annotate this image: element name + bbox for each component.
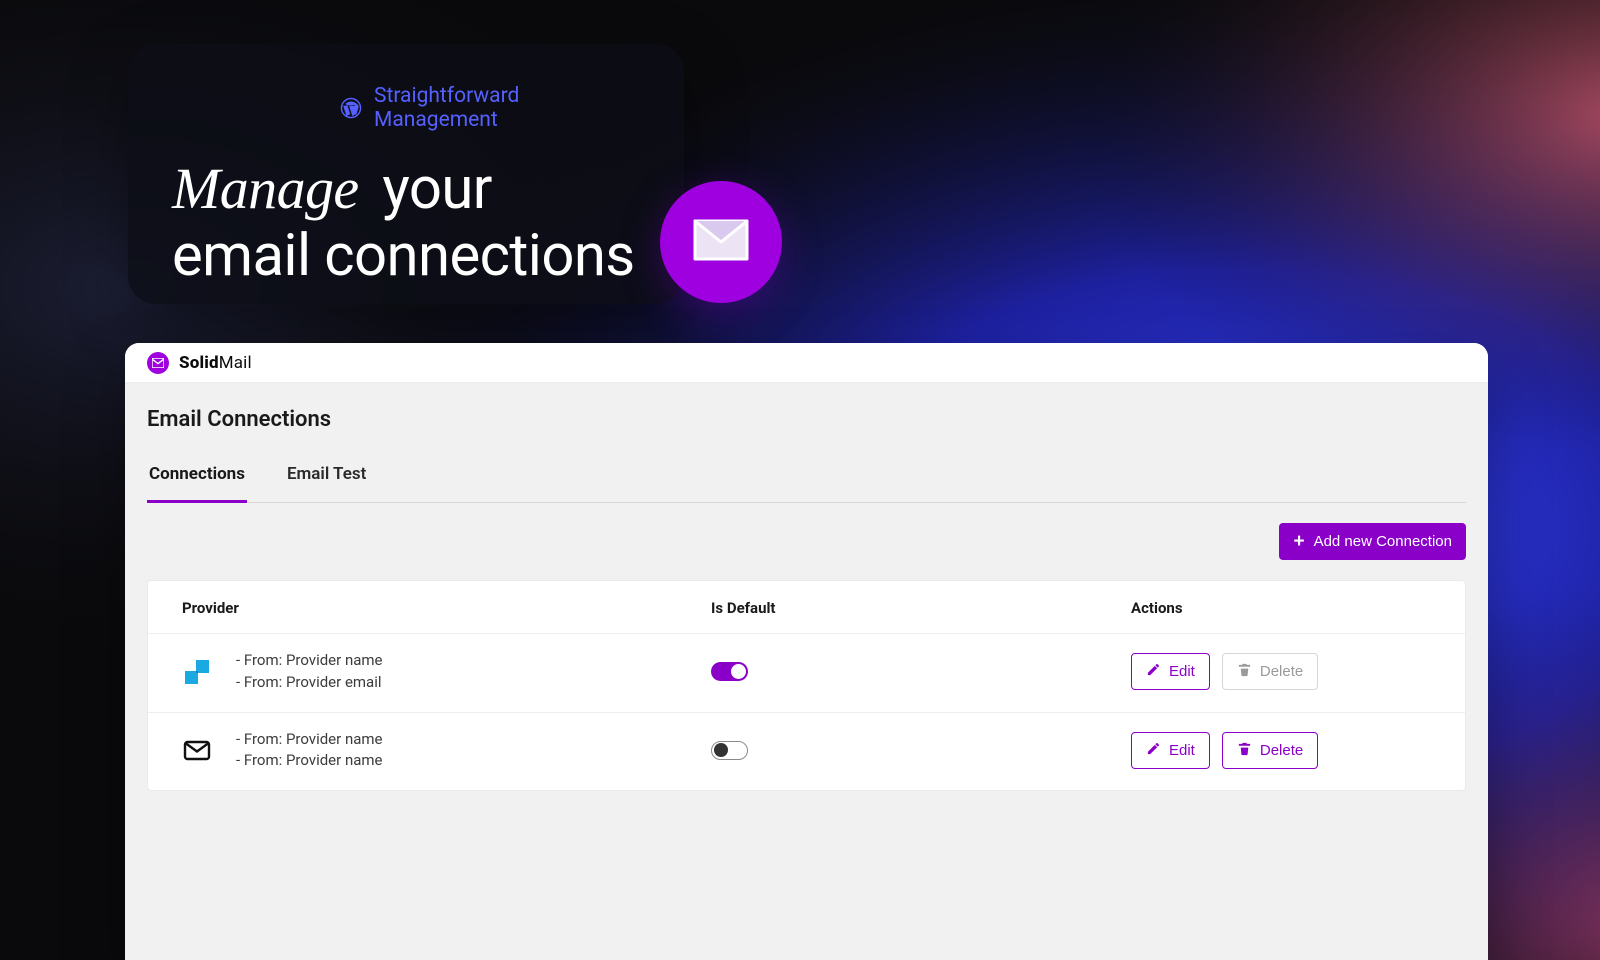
tabs: Connections Email Test (147, 464, 1466, 503)
brand-name-light: Mail (219, 353, 252, 373)
hero-title-emph: Manage (172, 156, 369, 221)
brand-name-bold: Solid (179, 353, 219, 373)
provider-line: - From: Provider name (236, 729, 383, 751)
envelope-icon (693, 219, 749, 265)
delete-button[interactable]: Delete (1222, 732, 1318, 769)
hero-card: Straightforward Management Manage your e… (128, 44, 684, 304)
panel-header: SolidMail (125, 343, 1488, 383)
table-header-row: Provider Is Default Actions (148, 581, 1465, 633)
hero-title: Manage your email connections (172, 156, 640, 289)
provider-text: - From: Provider name - From: Provider e… (236, 650, 383, 694)
provider-line: - From: Provider email (236, 672, 383, 694)
hero-eyebrow-text: Straightforward Management (374, 84, 640, 132)
hero-eyebrow: Straightforward Management (340, 84, 640, 132)
default-toggle[interactable] (711, 662, 748, 681)
edit-button[interactable]: Edit (1131, 653, 1210, 690)
provider-line: - From: Provider name (236, 750, 383, 772)
trash-icon (1237, 741, 1252, 760)
provider-icon-sendgrid (182, 657, 212, 687)
pencil-icon (1146, 741, 1161, 760)
default-toggle[interactable] (711, 741, 748, 760)
col-actions: Actions (1131, 599, 1431, 617)
connections-table: Provider Is Default Actions - From: Prov… (147, 580, 1466, 791)
tab-email-test[interactable]: Email Test (285, 464, 368, 502)
mail-badge (660, 181, 782, 303)
hero-title-rest-2: email connections (172, 222, 635, 290)
toolbar: + Add new Connection (147, 523, 1466, 560)
pencil-icon (1146, 662, 1161, 681)
provider-icon-generic-mail (182, 735, 212, 765)
brand-name: SolidMail (179, 353, 252, 373)
brand-badge-icon (147, 352, 169, 374)
delete-button-label: Delete (1260, 742, 1303, 759)
wordpress-icon (340, 97, 362, 119)
page-title: Email Connections (147, 407, 1466, 432)
edit-button-label: Edit (1169, 663, 1195, 680)
app-panel: SolidMail Email Connections Connections … (125, 343, 1488, 960)
table-row: - From: Provider name - From: Provider e… (148, 633, 1465, 712)
trash-icon (1237, 662, 1252, 681)
add-connection-label: Add new Connection (1314, 533, 1452, 550)
provider-text: - From: Provider name - From: Provider n… (236, 729, 383, 773)
hero-title-rest-1: your (382, 155, 491, 223)
delete-button-label: Delete (1260, 663, 1303, 680)
add-connection-button[interactable]: + Add new Connection (1279, 523, 1466, 560)
edit-button[interactable]: Edit (1131, 732, 1210, 769)
tab-connections[interactable]: Connections (147, 464, 247, 503)
provider-line: - From: Provider name (236, 650, 383, 672)
table-row: - From: Provider name - From: Provider n… (148, 712, 1465, 791)
col-provider: Provider (182, 599, 711, 617)
col-is-default: Is Default (711, 599, 1131, 617)
edit-button-label: Edit (1169, 742, 1195, 759)
delete-button: Delete (1222, 653, 1318, 690)
